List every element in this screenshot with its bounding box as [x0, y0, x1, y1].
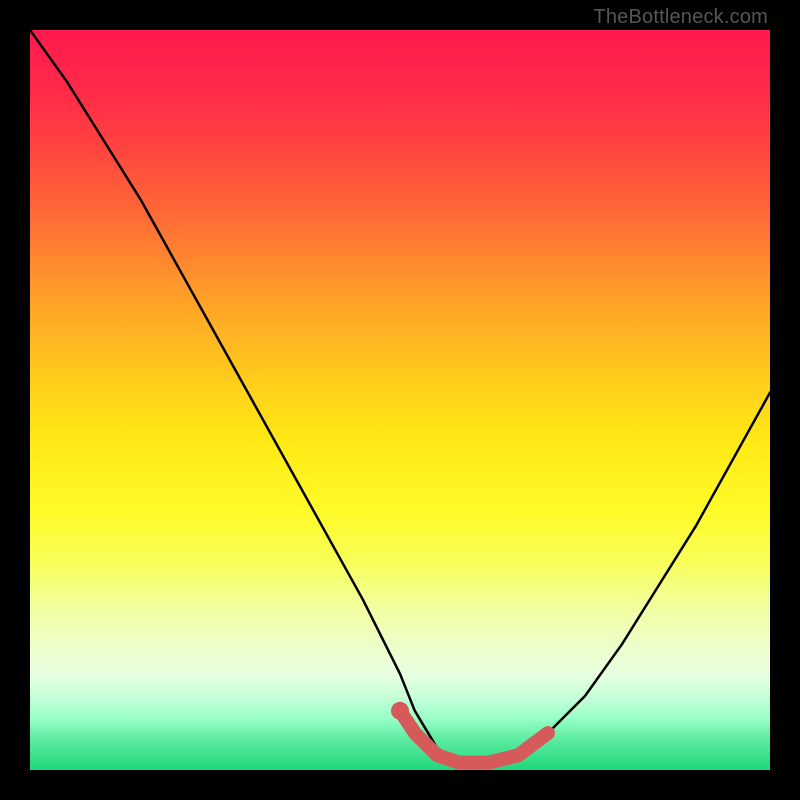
optimal-start-dot [391, 702, 409, 720]
optimal-range-path [400, 711, 548, 763]
bottleneck-curve-path [30, 30, 770, 763]
curve-svg [30, 30, 770, 770]
chart-container: TheBottleneck.com [0, 0, 800, 800]
watermark-text: TheBottleneck.com [593, 6, 768, 29]
plot-area [30, 30, 770, 770]
